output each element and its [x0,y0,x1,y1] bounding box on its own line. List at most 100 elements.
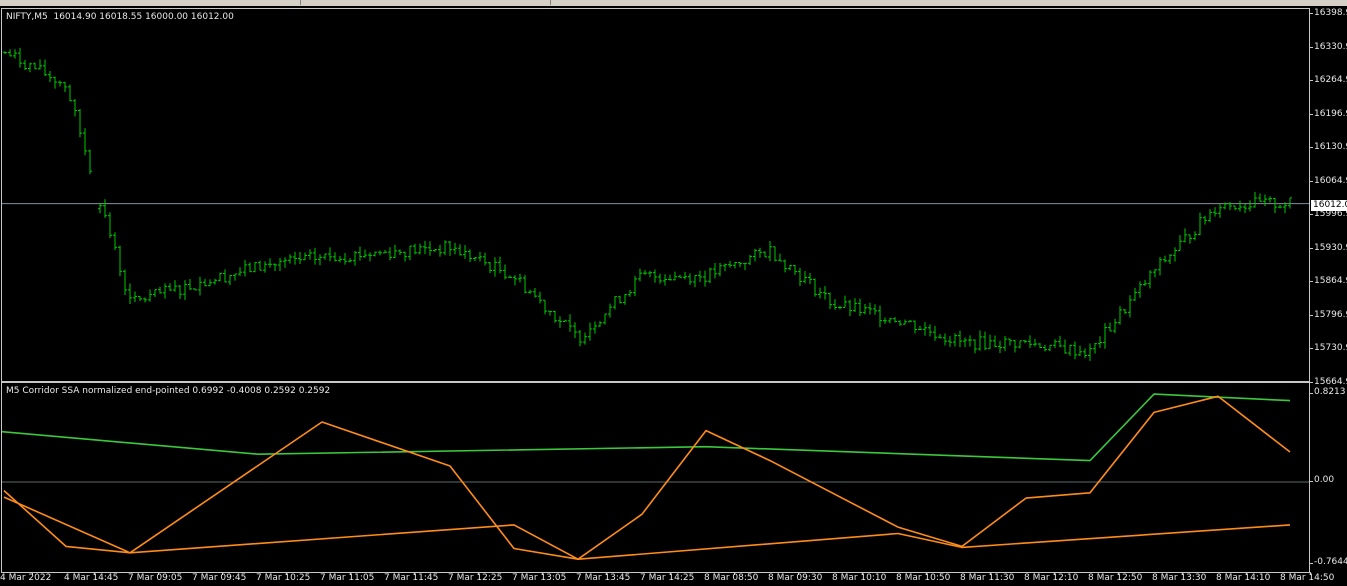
indicator-scale-tick [1310,393,1313,394]
price-scale-label: 16264.9 [1314,75,1347,85]
price-bar [353,251,357,266]
price-bar [1093,343,1097,354]
indicator-pane[interactable]: M5 Corridor SSA normalized end-pointed 0… [1,382,1310,573]
price-bar [313,247,317,265]
time-axis-label: 7 Mar 11:45 [384,573,439,583]
indicator-scale-tick [1310,563,1313,564]
price-bar [873,304,877,315]
price-bar [278,257,282,272]
indicator-scale[interactable]: 0.8213 0.00 -0.7644 [1310,382,1347,573]
price-scale-label: 15730.9 [1314,343,1347,353]
price-bar [218,272,222,282]
price-bar [198,276,202,296]
price-bar [148,289,152,302]
price-bar [713,263,717,279]
price-bar [1248,200,1252,212]
time-axis-label: 7 Mar 14:25 [640,573,695,583]
price-bar [1143,279,1147,286]
price-bar [303,252,307,261]
indicator-scale-label: 0.8213 [1314,387,1346,397]
indicator-series-line [2,393,1291,462]
price-bar [143,297,147,303]
price-bar [523,274,527,294]
price-bar [123,269,127,296]
price-bar [1098,336,1102,348]
price-bar [173,280,177,292]
price-bar [1058,335,1062,348]
price-bar [1258,193,1262,202]
time-axis-label: 8 Mar 14:10 [1216,573,1271,583]
price-bar [138,295,142,301]
price-bar [358,246,362,261]
time-axis-label: 8 Mar 08:50 [704,573,759,583]
price-bar [223,269,227,283]
price-bar [228,274,232,286]
chart-tab[interactable] [0,0,301,5]
price-bar [853,298,857,312]
price-bar [563,319,567,322]
price-bar [658,273,662,284]
price-bar [1218,204,1222,218]
price-bar [738,261,742,268]
price-bar [993,335,997,348]
price-bar [593,321,597,334]
price-bar [788,264,792,271]
price-bar [958,330,962,348]
time-axis-label: 8 Mar 09:30 [768,573,823,583]
price-bar [828,292,832,310]
price-bar [153,289,157,297]
indicator-series-line [3,395,1291,560]
price-bar [633,275,637,297]
price-bar [273,263,277,271]
price-bar [188,278,192,291]
price-scale-tick [1310,46,1313,48]
price-bar [58,80,62,87]
price-bar [1003,335,1007,352]
price-bar [513,275,517,286]
price-bar [383,249,387,254]
price-bar [243,260,247,277]
price-scale-label: 15930.9 [1314,242,1347,253]
price-scale[interactable]: 16398.9 16330.9 16264.9 16196.9 16130.9 16064… [1310,8,1347,387]
price-bar [1168,254,1172,265]
price-bar [498,256,502,274]
price-bar [863,303,867,315]
price-scale-label: 16130.9 [1314,142,1347,152]
price-bar [963,337,967,348]
price-bar [163,283,167,299]
indicator-scale-tick [1310,481,1313,483]
price-bar [13,49,17,59]
price-bar [1268,196,1272,203]
price-scale-tick [1310,113,1313,115]
price-scale-label: 15796.9 [1314,309,1347,320]
price-bar [483,252,487,266]
price-bar [573,322,577,339]
price-bar [1078,345,1082,357]
price-bar [823,286,827,300]
time-axis[interactable]: 4 Mar 2022 4 Mar 14:45 7 Mar 09:05 7 Mar 09… [0,572,1347,586]
price-bar [1153,269,1157,278]
price-bar [1033,338,1037,347]
price-bar [458,244,462,256]
price-bar [1068,344,1072,356]
price-bar [158,286,162,294]
price-scale-tick [1310,13,1313,14]
price-scale-tick [1310,80,1313,81]
price-bar [1038,343,1042,349]
time-axis-label: 7 Mar 13:45 [576,573,631,583]
price-bar [343,252,347,265]
price-bar [293,251,297,265]
chart-tab[interactable] [300,0,551,5]
price-bar [718,263,722,277]
price-bar [858,298,862,317]
price-bar [568,314,572,332]
price-bar [948,335,952,347]
price-bar [918,325,922,331]
price-bar [268,258,272,268]
price-bar [778,253,782,262]
price-bar [183,280,187,301]
price-bar [1148,270,1152,289]
price-chart-pane[interactable]: NIFTY,M5 16014.90 16018.55 16000.00 1601… [1,8,1310,382]
price-bar [1043,344,1047,352]
price-bar [943,333,947,346]
